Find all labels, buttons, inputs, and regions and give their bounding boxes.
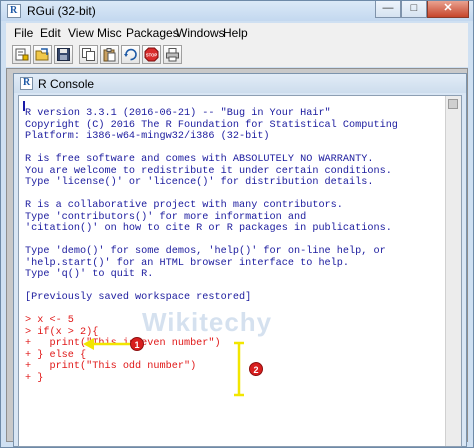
command-line: + print("This odd number") xyxy=(25,361,197,372)
load-workspace-icon xyxy=(35,48,49,61)
console-line: R is a collaborative project with many c… xyxy=(25,200,343,211)
open-script-icon xyxy=(15,48,29,61)
minimize-button[interactable]: — xyxy=(375,1,401,18)
console-line: Platform: i386-w64-mingw32/i386 (32-bit) xyxy=(25,131,270,142)
load-workspace-button[interactable] xyxy=(33,45,52,64)
menu-help[interactable]: Help xyxy=(223,26,248,40)
menu-file[interactable]: File xyxy=(14,26,33,40)
menu-windows[interactable]: Windows xyxy=(176,26,225,40)
console-line: Type 'contributors()' for more informati… xyxy=(25,211,307,223)
command-line: + print("This is even number") xyxy=(25,338,221,349)
console-output[interactable]: R version 3.3.1 (2016-06-21) -- "Bug in … xyxy=(18,95,462,447)
console-lines: R version 3.3.1 (2016-06-21) -- "Bug in … xyxy=(25,108,398,384)
mdi-workspace: R R Console R version 3.3.1 (2016-06-21)… xyxy=(6,68,468,447)
menu-misc[interactable]: Misc xyxy=(97,26,122,40)
rgui-window: R RGui (32-bit) — □ ✕ File Edit View Mis… xyxy=(0,0,474,448)
paste-icon xyxy=(103,48,116,62)
copy-paste-icon xyxy=(124,48,137,61)
print-icon xyxy=(166,48,179,62)
command-line: + } xyxy=(25,372,44,384)
save-workspace-button[interactable] xyxy=(54,45,73,64)
console-line: 'citation()' on how to cite R or R packa… xyxy=(25,223,392,234)
print-button[interactable] xyxy=(163,45,182,64)
console-line: Type 'license()' or 'licence()' for dist… xyxy=(25,177,374,188)
console-line: R is free software and comes with ABSOLU… xyxy=(25,154,374,165)
close-button[interactable]: ✕ xyxy=(427,1,469,18)
callout-arrow-1 xyxy=(83,338,131,350)
title-bar[interactable]: R RGui (32-bit) — □ ✕ xyxy=(1,1,473,21)
console-line: Copyright (C) 2016 The R Foundation for … xyxy=(25,119,398,131)
r-console-icon: R xyxy=(20,77,33,90)
copy-icon xyxy=(82,48,95,61)
watermark: Wikitechy xyxy=(142,307,273,337)
menu-bar: File Edit View Misc Packages Windows Hel… xyxy=(6,23,468,44)
r-logo-icon: R xyxy=(7,4,21,18)
save-workspace-icon xyxy=(57,48,70,61)
callout-bracket-2 xyxy=(234,341,244,397)
callout-badge-2: 2 xyxy=(249,362,263,376)
console-line: Type 'demo()' for some demos, 'help()' f… xyxy=(25,246,386,257)
menu-packages[interactable]: Packages xyxy=(126,26,179,40)
stop-label: STOP xyxy=(146,53,158,58)
console-line: [Previously saved workspace restored] xyxy=(25,292,252,303)
console-line: You are welcome to redistribute it under… xyxy=(25,165,392,177)
open-script-button[interactable] xyxy=(12,45,31,64)
copy-button[interactable] xyxy=(79,45,98,64)
toolbar: STOP xyxy=(6,43,468,67)
scroll-thumb[interactable] xyxy=(448,99,458,109)
console-title-bar[interactable]: R R Console xyxy=(14,74,466,93)
menu-view[interactable]: View xyxy=(68,26,94,40)
maximize-button[interactable]: □ xyxy=(401,1,427,18)
console-line: Type 'q()' to quit R. xyxy=(25,269,154,280)
console-line: 'help.start()' for an HTML browser inter… xyxy=(25,257,350,269)
console-line: R version 3.3.1 (2016-06-21) -- "Bug in … xyxy=(25,108,331,119)
r-console-window: R R Console R version 3.3.1 (2016-06-21)… xyxy=(13,73,467,447)
console-scrollbar[interactable] xyxy=(445,96,461,446)
menu-edit[interactable]: Edit xyxy=(40,26,61,40)
copy-paste-button[interactable] xyxy=(121,45,140,64)
console-title: R Console xyxy=(38,77,95,91)
window-title: RGui (32-bit) xyxy=(27,4,96,18)
command-line: + } else { xyxy=(25,349,87,361)
window-controls: — □ ✕ xyxy=(375,1,469,19)
stop-icon: STOP xyxy=(144,47,159,62)
callout-badge-1: 1 xyxy=(130,337,144,351)
stop-button[interactable]: STOP xyxy=(142,45,161,64)
paste-button[interactable] xyxy=(100,45,119,64)
